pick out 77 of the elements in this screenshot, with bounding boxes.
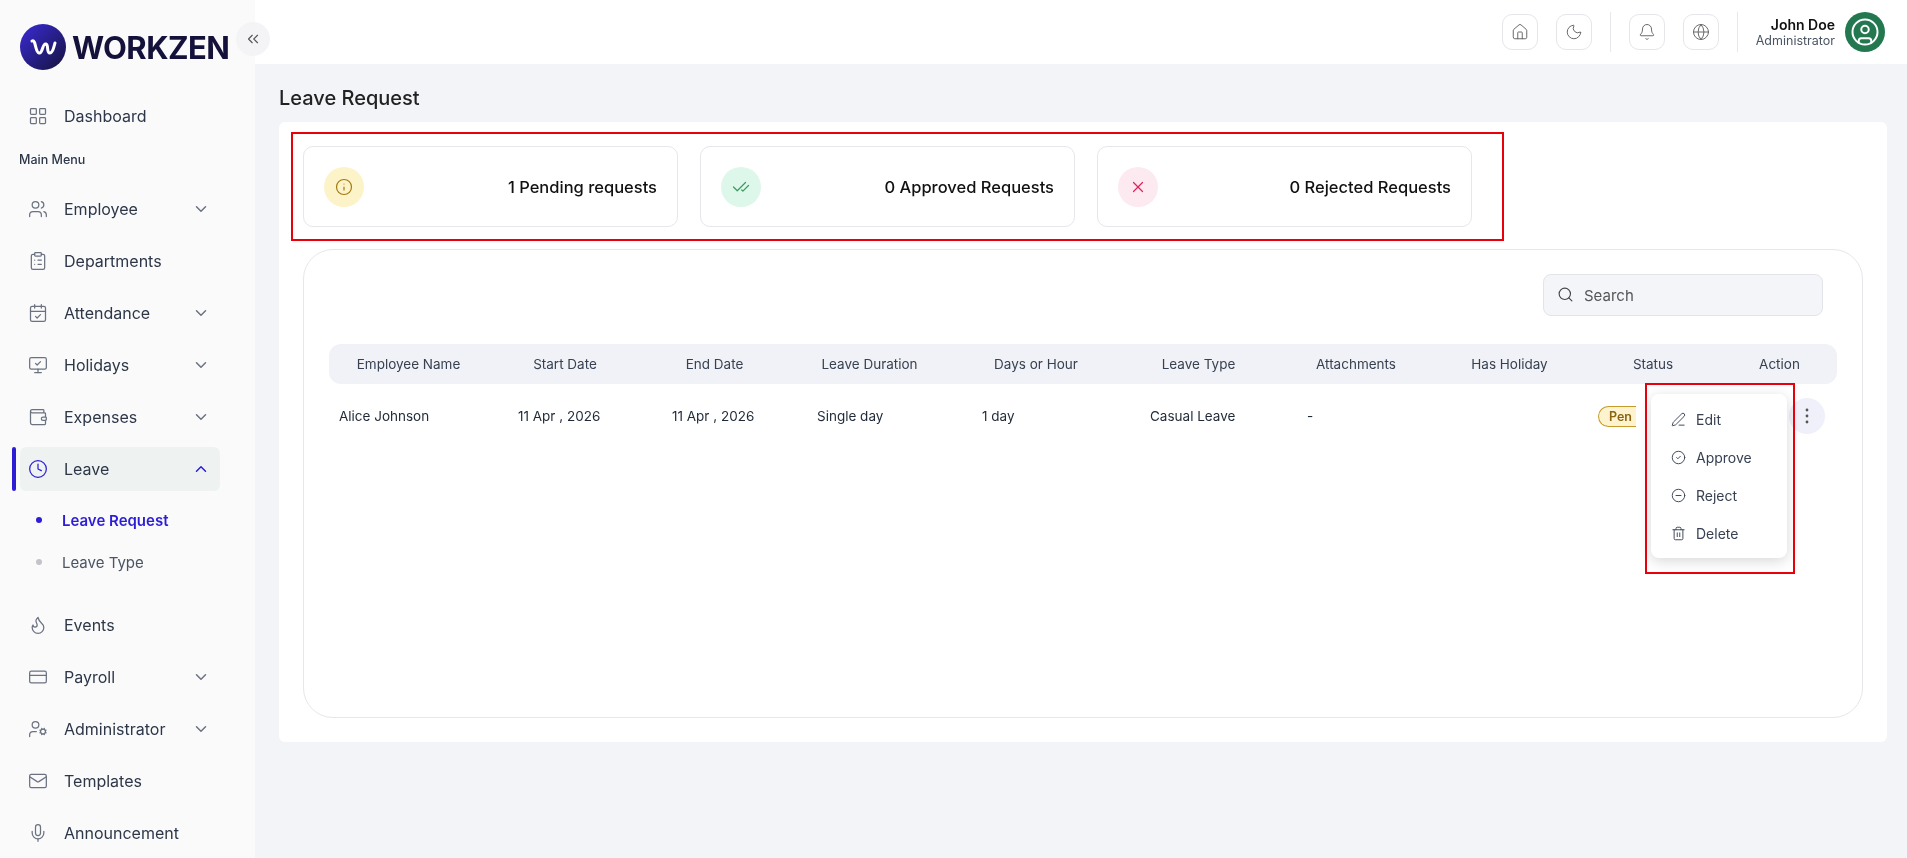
sidebar-item[interactable]: Dashboard [20,94,220,138]
calendar-icon [28,303,48,323]
mail-icon [28,771,48,791]
trash-icon [1671,525,1686,541]
bullet-icon [36,517,42,523]
section-title: Main Menu [18,151,87,169]
search-icon [1557,286,1574,303]
column-header: Attachments [1315,356,1397,372]
menu-item[interactable]: Delete [1651,514,1787,552]
sidebar-item[interactable]: Administrator [20,707,220,751]
summary-count: 0 Rejected Requests [1289,176,1451,197]
user-name: John Doe [1770,16,1835,33]
house-icon [1510,23,1529,41]
menu-item[interactable]: Reject [1651,476,1787,514]
sidebar-item[interactable]: Attendance [20,291,220,335]
bell-icon [1637,23,1656,41]
sidebar-item[interactable]: Expenses [20,395,220,439]
menu-item[interactable]: Approve [1651,438,1787,476]
double-check-icon [721,166,761,207]
sidebar-subitem[interactable]: Leave Request [20,499,255,541]
monitor-icon [28,355,48,375]
user-avatar[interactable] [1845,12,1885,52]
sidebar-item[interactable]: Announcement [20,811,220,855]
status-badge: Pen [1598,405,1636,427]
pencil-icon [1671,411,1686,427]
moon-icon [1564,23,1583,41]
home-button[interactable] [1501,14,1538,50]
column-header: Action [1758,356,1801,372]
clipboard-icon [28,251,48,271]
grid-icon [28,106,48,126]
table-cell-text: - [1306,408,1315,424]
column-header: Employee Name [355,356,462,372]
summary-count: 1 Pending requests [507,176,657,197]
notifications-button[interactable] [1628,14,1665,50]
minus-circle-icon [1671,487,1686,503]
user-role: Administrator [1755,33,1835,48]
language-button[interactable] [1682,14,1719,50]
sidebar-subitem[interactable]: Leave Type [20,541,255,583]
column-header: Days or Hour [993,356,1079,372]
column-header: End Date [684,356,745,372]
user-gear-icon [28,719,48,739]
sidebar-item[interactable]: Employee [20,187,220,231]
page-title: Leave Request [279,86,421,110]
summary-count: 0 Approved Requests [884,176,1054,197]
bullet-icon [36,559,42,565]
column-header: Has Holiday [1470,356,1549,372]
sidebar-item[interactable]: Payroll [20,655,220,699]
user-icon [1850,17,1880,47]
theme-button[interactable] [1555,14,1592,50]
wallet-icon [28,407,48,427]
logo-icon [20,24,66,70]
collapse-button[interactable] [236,22,270,56]
table-cell-text: 11 Apr , 2026 [671,408,756,424]
users-icon [28,199,48,219]
table-cell-text: Alice Johnson [338,408,431,424]
close-icon [1118,166,1158,207]
column-header: Leave Type [1160,356,1237,372]
column-header: Status [1631,356,1675,372]
more-button[interactable] [1789,398,1825,434]
sidebar-item[interactable]: Events [20,603,220,647]
kebab-icon [1805,408,1809,424]
column-header: Start Date [532,356,598,372]
menu-item[interactable]: Edit [1651,400,1787,438]
sidebar-item[interactable]: Templates [20,759,220,803]
globe-icon [1691,23,1710,41]
table-cell-text: 1 day [981,408,1016,424]
logo-text: WORKZEN [72,28,230,66]
check-circle-icon [1671,449,1686,465]
column-header: Leave Duration [820,356,919,372]
clock-icon [28,459,48,479]
info-icon [324,166,364,207]
search-field[interactable]: Search [1543,274,1823,316]
table-cell-text: Single day [816,408,885,424]
table-cell-text: Casual Leave [1149,408,1237,424]
sidebar-item[interactable]: Holidays [20,343,220,387]
sidebar-item[interactable]: Departments [20,239,220,283]
table-cell-text: 11 Apr , 2026 [517,408,602,424]
